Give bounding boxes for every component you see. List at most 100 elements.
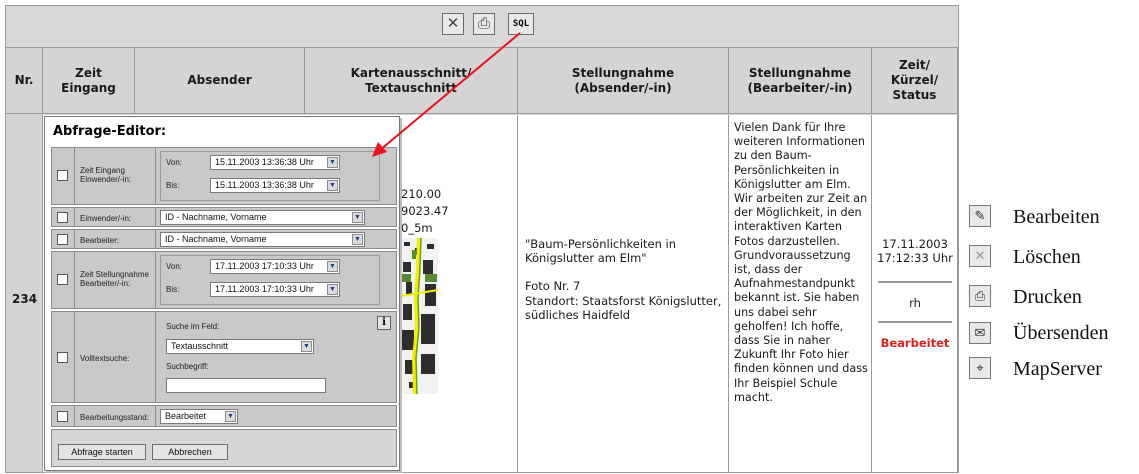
divider xyxy=(74,252,75,308)
divider xyxy=(958,6,959,116)
bearbeiter-value: ID - Nachname, Vorname xyxy=(165,234,267,244)
arrow-annotation xyxy=(372,32,521,157)
divider xyxy=(155,312,156,402)
stellungnahme-von-value: 17.11.2003 17:10:33 Uhr xyxy=(215,261,314,271)
query-start-button[interactable]: Abfrage starten xyxy=(58,444,146,460)
divider xyxy=(958,115,959,472)
einwender-label: Einwender/-in: xyxy=(80,214,132,223)
chevron-down-icon: ▼ xyxy=(327,180,338,191)
info-icon-label: i xyxy=(382,317,386,328)
einwender-value: ID - Nachname, Vorname xyxy=(165,212,267,222)
divider xyxy=(155,252,156,308)
chevron-down-icon: ▼ xyxy=(225,411,236,422)
stellungnahme-absender-title: "Baum-Persönlichkeiten in Königslutter a… xyxy=(525,237,677,265)
bearbeitungsstand-label: Bearbeitungsstand: xyxy=(80,413,149,422)
stellungnahme-von-select[interactable]: 17.11.2003 17:10:33 Uhr ▼ xyxy=(210,259,340,274)
status-badge: Bearbeitet xyxy=(880,336,950,350)
header-zeit-kuerzel-status: Zeit/ Kürzel/ Status xyxy=(872,48,958,114)
edit-icon[interactable]: ✎ xyxy=(969,205,991,227)
stellungnahme-bearbeiter-text: Vielen Dank für Ihre weiteren Informatio… xyxy=(734,121,868,404)
cancel-button[interactable]: Abbrechen xyxy=(152,444,228,460)
status-time: 17:12:33 Uhr xyxy=(877,251,953,265)
print-icon[interactable]: ⎙ xyxy=(969,285,991,307)
filter-bearbeiter: Bearbeiter: ID - Nachname, Vorname ▼ xyxy=(51,229,397,249)
divider xyxy=(155,230,156,248)
filter-einwender: Einwender/-in: ID - Nachname, Vorname ▼ xyxy=(51,207,397,227)
bearbeiter-checkbox[interactable] xyxy=(57,234,68,245)
header-nr: Nr. xyxy=(6,48,43,114)
divider xyxy=(74,208,75,226)
editor-title: Abfrage-Editor: xyxy=(53,124,167,139)
action-label-mapserver[interactable]: MapServer xyxy=(1013,358,1102,380)
divider xyxy=(74,406,75,426)
info-icon[interactable]: i xyxy=(377,316,391,330)
stellungnahme-bis-select[interactable]: 17.11.2003 17:10:33 Uhr ▼ xyxy=(210,282,340,297)
status-divider xyxy=(878,321,952,323)
divider xyxy=(155,406,156,426)
filter-zeit-eingang: Zeit Eingang Einwender/-in: Von: 15.11.2… xyxy=(51,147,397,205)
filter-bearbeitungsstand: Bearbeitungsstand: Bearbeitet ▼ xyxy=(51,405,397,427)
divider xyxy=(74,230,75,248)
von-label: Von: xyxy=(166,262,183,271)
suche-im-feld-value: Textausschnitt xyxy=(171,341,229,351)
zeit-stellungnahme-checkbox[interactable] xyxy=(57,274,68,285)
bearbeiter-label: Bearbeiter: xyxy=(80,236,120,245)
filter-zeit-stellungnahme: Zeit Stellungnahme Bearbeiter/-in: Von: … xyxy=(51,251,397,309)
volltext-label: Volltextsuche: xyxy=(80,354,130,363)
status-kuerzel: rh xyxy=(909,296,921,310)
status-divider xyxy=(878,281,952,283)
zeit-eingang-label: Zeit Eingang Einwender/-in: xyxy=(80,166,132,184)
filter-volltextsuche: Volltextsuche: Suche im Feld: Textaussch… xyxy=(51,311,397,403)
stellungnahme-absender-standort: Standort: Staatsforst Königslutter, südl… xyxy=(525,294,722,322)
eingang-bis-select[interactable]: 15.11.2003 13:36:38 Uhr ▼ xyxy=(210,178,340,193)
suchbegriff-label: Suchbegriff: xyxy=(166,362,209,371)
chevron-down-icon: ▼ xyxy=(327,261,338,272)
editor-button-bar: Abfrage starten Abbrechen xyxy=(51,429,397,467)
eingang-von-select[interactable]: 15.11.2003 13:36:38 Uhr ▼ xyxy=(210,155,340,170)
einwender-select[interactable]: ID - Nachname, Vorname ▼ xyxy=(160,210,365,225)
row-nr: 234 xyxy=(12,292,38,306)
bearbeitungsstand-value: Bearbeitet xyxy=(165,411,207,421)
divider xyxy=(74,148,75,204)
header-stellungnahme-bearbeiter: Stellungnahme (Bearbeiter/-in) xyxy=(729,48,872,114)
bis-label: Bis: xyxy=(166,285,180,294)
chevron-down-icon: ▼ xyxy=(327,157,338,168)
stellungnahme-bis-value: 17.11.2003 17:10:33 Uhr xyxy=(215,284,314,294)
eingang-von-value: 15.11.2003 13:36:38 Uhr xyxy=(215,157,314,167)
chevron-down-icon: ▼ xyxy=(301,341,312,352)
bearbeitungsstand-select[interactable]: Bearbeitet ▼ xyxy=(160,409,238,424)
header-zeit-eingang: Zeit Eingang xyxy=(43,48,135,114)
suchbegriff-input[interactable] xyxy=(166,378,326,393)
zeit-eingang-checkbox[interactable] xyxy=(57,170,68,181)
action-label-uebersenden[interactable]: Übersenden xyxy=(1013,322,1109,344)
eingang-bis-value: 15.11.2003 13:36:38 Uhr xyxy=(215,180,314,190)
divider xyxy=(155,208,156,226)
delete-icon[interactable]: ✕ xyxy=(969,245,991,267)
chevron-down-icon: ▼ xyxy=(352,212,363,223)
sql-label: SQL xyxy=(512,19,530,29)
divider xyxy=(74,312,75,402)
map-text-1: 210.00 xyxy=(401,187,442,201)
zeit-stellungnahme-label: Zeit Stellungnahme Bearbeiter/-in: xyxy=(80,270,149,288)
status-date: 17.11.2003 xyxy=(882,237,948,251)
status-cell xyxy=(872,115,958,472)
bearbeiter-select[interactable]: ID - Nachname, Vorname ▼ xyxy=(160,232,365,247)
mapserver-icon[interactable]: ⌖ xyxy=(969,357,991,379)
chevron-down-icon: ▼ xyxy=(352,234,363,245)
stellungnahme-absender-foto: Foto Nr. 7 xyxy=(525,279,581,293)
bearbeitungsstand-checkbox[interactable] xyxy=(57,411,68,422)
suche-im-feld-label: Suche im Feld: xyxy=(166,322,220,331)
query-editor-panel: Abfrage-Editor: Zeit Eingang Einwender/-… xyxy=(44,116,400,471)
bis-label: Bis: xyxy=(166,181,180,190)
action-label-drucken[interactable]: Drucken xyxy=(1013,286,1082,308)
map-thumbnail[interactable] xyxy=(401,238,438,394)
send-icon[interactable]: ✉ xyxy=(969,322,991,344)
volltext-checkbox[interactable] xyxy=(57,352,68,363)
divider xyxy=(155,148,156,204)
action-label-bearbeiten[interactable]: Bearbeiten xyxy=(1013,206,1100,228)
suche-im-feld-select[interactable]: Textausschnitt ▼ xyxy=(166,339,314,354)
map-text-3: 0_5m xyxy=(401,221,433,235)
header-absender: Absender xyxy=(135,48,305,114)
einwender-checkbox[interactable] xyxy=(57,212,68,223)
action-label-loeschen[interactable]: Löschen xyxy=(1013,246,1081,268)
